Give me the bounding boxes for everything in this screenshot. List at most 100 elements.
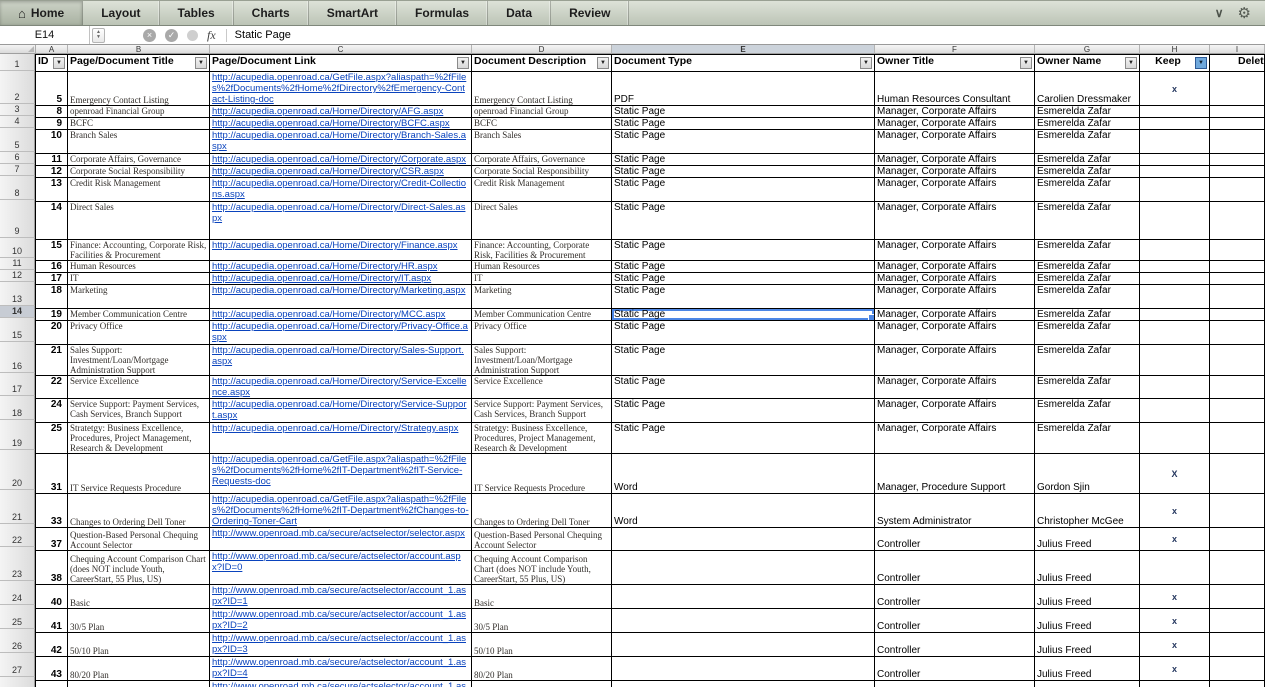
cell-document-type[interactable]: Static Page: [612, 399, 875, 423]
document-link[interactable]: http://acupedia.openroad.ca/Home/Directo…: [212, 106, 469, 117]
cell-keep[interactable]: [1140, 261, 1210, 273]
cell-delete[interactable]: [1210, 423, 1265, 454]
document-link[interactable]: http://acupedia.openroad.ca/Home/Directo…: [212, 166, 469, 177]
cell-title[interactable]: Changes to Ordering Dell Toner: [68, 494, 210, 528]
cell-title[interactable]: Branch Sales: [68, 130, 210, 154]
gear-icon[interactable]: ⚙: [1238, 4, 1251, 22]
row-header-22[interactable]: 22: [0, 524, 35, 547]
cell-description[interactable]: 50/10 Plan: [472, 633, 612, 657]
cell-owner-name[interactable]: Julius Freed: [1035, 681, 1140, 687]
accept-icon[interactable]: ✓: [165, 29, 178, 42]
cell-description[interactable]: Emergency Contact Listing: [472, 72, 612, 106]
cell-owner-name[interactable]: Julius Freed: [1035, 609, 1140, 633]
cell-owner-name[interactable]: Gordon Sjin: [1035, 454, 1140, 494]
cell-delete[interactable]: [1210, 657, 1265, 681]
document-link[interactable]: http://acupedia.openroad.ca/Home/Directo…: [212, 178, 469, 200]
cell-link[interactable]: http://www.openroad.mb.ca/secure/actsele…: [210, 657, 472, 681]
cell-id[interactable]: 20: [36, 321, 68, 345]
cell-document-type[interactable]: Word: [612, 494, 875, 528]
cell-owner-name[interactable]: Esmerelda Zafar: [1035, 399, 1140, 423]
row-header-28[interactable]: 28: [0, 677, 35, 687]
column-header-C[interactable]: C: [210, 45, 472, 54]
cell-keep[interactable]: x: [1140, 72, 1210, 106]
cell-title[interactable]: 50/10 Plan: [68, 633, 210, 657]
cell-delete[interactable]: [1210, 202, 1265, 240]
cell-owner-title[interactable]: Manager, Corporate Affairs: [875, 376, 1035, 399]
cell-title[interactable]: Member Communication Centre: [68, 309, 210, 321]
header-cell-F[interactable]: Owner Title▼: [875, 55, 1035, 72]
cell-document-type[interactable]: [612, 585, 875, 609]
cell-link[interactable]: http://www.openroad.mb.ca/secure/actsele…: [210, 585, 472, 609]
cell-owner-name[interactable]: Esmerelda Zafar: [1035, 285, 1140, 309]
header-cell-E[interactable]: Document Type▼: [612, 55, 875, 72]
cell-description[interactable]: BCFC: [472, 118, 612, 130]
cell-id[interactable]: 13: [36, 178, 68, 202]
document-link[interactable]: http://acupedia.openroad.ca/Home/Directo…: [212, 202, 469, 224]
document-link[interactable]: http://acupedia.openroad.ca/Home/Directo…: [212, 285, 469, 296]
cell-owner-name[interactable]: Esmerelda Zafar: [1035, 345, 1140, 376]
row-header-19[interactable]: 19: [0, 420, 35, 450]
cell-owner-name[interactable]: Esmerelda Zafar: [1035, 261, 1140, 273]
cell-link[interactable]: http://acupedia.openroad.ca/Home/Directo…: [210, 423, 472, 454]
cell-keep[interactable]: [1140, 273, 1210, 285]
cell-id[interactable]: 15: [36, 240, 68, 261]
cell-owner-title[interactable]: Manager, Corporate Affairs: [875, 130, 1035, 154]
cell-keep[interactable]: [1140, 309, 1210, 321]
cell-id[interactable]: 14: [36, 202, 68, 240]
cell-link[interactable]: http://acupedia.openroad.ca/Home/Directo…: [210, 261, 472, 273]
cell-title[interactable]: Service Excellence: [68, 376, 210, 399]
cell-description[interactable]: Service Excellence: [472, 376, 612, 399]
cell-delete[interactable]: [1210, 261, 1265, 273]
cell-delete[interactable]: [1210, 273, 1265, 285]
cell-delete[interactable]: [1210, 166, 1265, 178]
cell-owner-name[interactable]: Esmerelda Zafar: [1035, 118, 1140, 130]
filter-dropdown-icon[interactable]: ▼: [53, 57, 65, 69]
cell-owner-name[interactable]: Esmerelda Zafar: [1035, 423, 1140, 454]
cell-keep[interactable]: [1140, 345, 1210, 376]
cell-link[interactable]: http://www.openroad.mb.ca/secure/actsele…: [210, 528, 472, 551]
cell-keep[interactable]: [1140, 202, 1210, 240]
column-header-F[interactable]: F: [875, 45, 1035, 54]
cell-id[interactable]: 40: [36, 585, 68, 609]
row-header-23[interactable]: 23: [0, 547, 35, 581]
cell-description[interactable]: Marketing: [472, 285, 612, 309]
cell-link[interactable]: http://acupedia.openroad.ca/Home/Directo…: [210, 285, 472, 309]
cell-link[interactable]: http://acupedia.openroad.ca/Home/Directo…: [210, 106, 472, 118]
document-link[interactable]: http://acupedia.openroad.ca/Home/Directo…: [212, 273, 469, 284]
cell-title[interactable]: Chequing Account Comparison Chart (does …: [68, 551, 210, 585]
cell-keep[interactable]: [1140, 423, 1210, 454]
cell-description[interactable]: Question-Based Personal Chequing Account…: [472, 528, 612, 551]
cell-keep[interactable]: [1140, 321, 1210, 345]
document-link[interactable]: http://acupedia.openroad.ca/Home/Directo…: [212, 423, 469, 434]
cell-delete[interactable]: [1210, 345, 1265, 376]
cell-keep[interactable]: [1140, 106, 1210, 118]
cell-keep[interactable]: x: [1140, 528, 1210, 551]
cell-delete[interactable]: [1210, 130, 1265, 154]
document-link[interactable]: http://www.openroad.mb.ca/secure/actsele…: [212, 681, 469, 687]
cell-owner-title[interactable]: Manager, Corporate Affairs: [875, 273, 1035, 285]
cell-owner-name[interactable]: Esmerelda Zafar: [1035, 178, 1140, 202]
row-header-1[interactable]: 1: [0, 54, 35, 71]
cell-owner-title[interactable]: Manager, Corporate Affairs: [875, 309, 1035, 321]
cell-owner-title[interactable]: Manager, Corporate Affairs: [875, 240, 1035, 261]
cell-owner-name[interactable]: Esmerelda Zafar: [1035, 166, 1140, 178]
cell-title[interactable]: Question-Based Personal Chequing Account…: [68, 528, 210, 551]
cell-id[interactable]: 22: [36, 376, 68, 399]
cell-keep[interactable]: x: [1140, 657, 1210, 681]
cell-description[interactable]: Direct Sales: [472, 202, 612, 240]
cell-description[interactable]: Member Communication Centre: [472, 309, 612, 321]
cell-owner-name[interactable]: Christopher McGee: [1035, 494, 1140, 528]
document-link[interactable]: http://acupedia.openroad.ca/Home/Directo…: [212, 240, 469, 251]
cell-owner-name[interactable]: Esmerelda Zafar: [1035, 309, 1140, 321]
cell-link[interactable]: http://acupedia.openroad.ca/GetFile.aspx…: [210, 494, 472, 528]
cell-id[interactable]: 33: [36, 494, 68, 528]
cell-owner-title[interactable]: Manager, Corporate Affairs: [875, 399, 1035, 423]
cell-title[interactable]: BCFC: [68, 118, 210, 130]
cell-document-type[interactable]: Static Page: [612, 376, 875, 399]
column-header-B[interactable]: B: [68, 45, 210, 54]
cell-keep[interactable]: [1140, 285, 1210, 309]
cell-id[interactable]: 18: [36, 285, 68, 309]
row-header-7[interactable]: 7: [0, 164, 35, 176]
column-header-A[interactable]: A: [36, 45, 68, 54]
cell-title[interactable]: Marketing: [68, 285, 210, 309]
